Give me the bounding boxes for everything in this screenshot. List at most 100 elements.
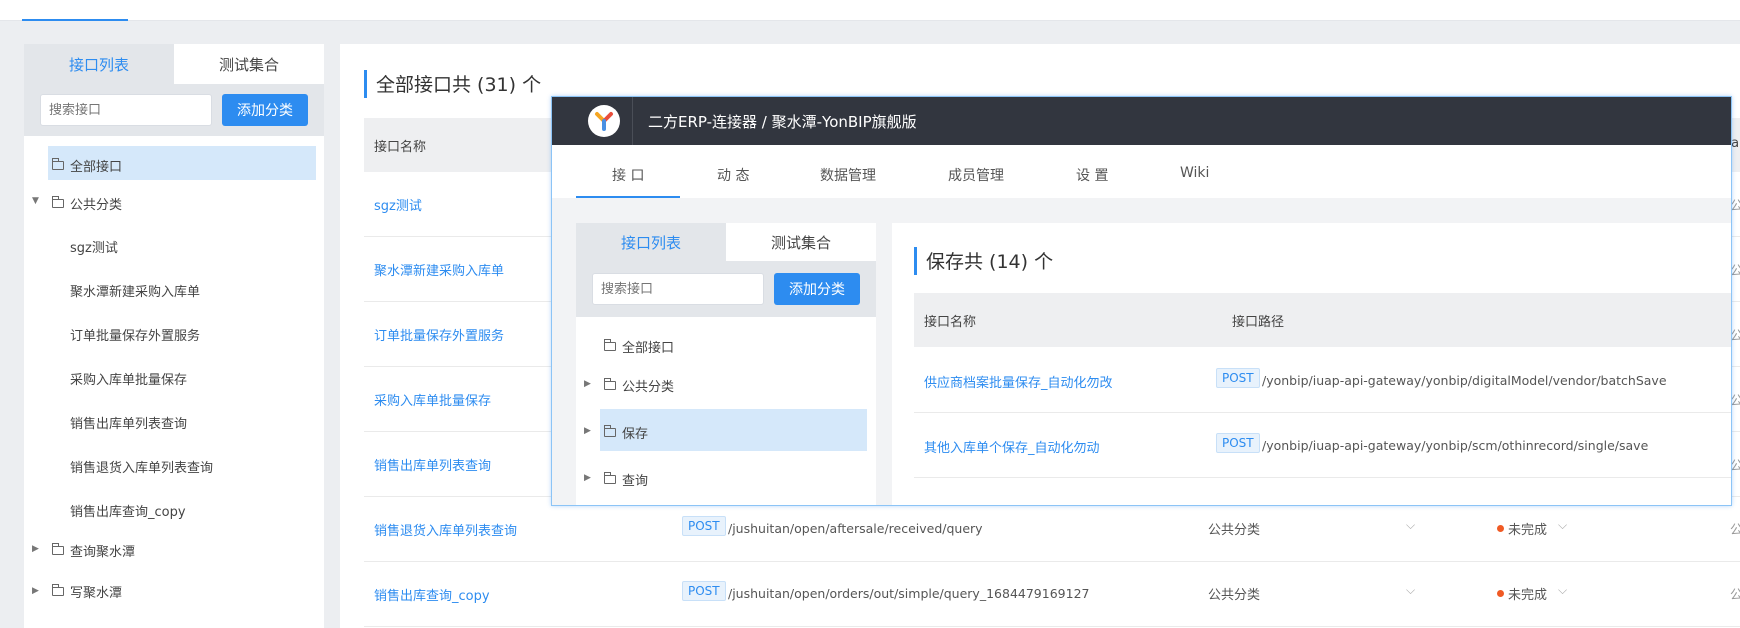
bg-tree-write-label: 写聚水潭 (70, 586, 123, 601)
overlay-tree-save-label: 保存 (622, 427, 649, 442)
bg-tree-public-label: 公共分类 (70, 198, 123, 213)
overlay-tab-test-collection[interactable]: 测试集合 (726, 223, 876, 261)
overlay-tree-save[interactable]: 保存 (604, 423, 648, 442)
folder-icon (604, 425, 616, 437)
overlay-table-header: 接口名称 接口路径 (914, 293, 1731, 347)
chevron-down-icon[interactable]: ⌵ (1406, 583, 1415, 598)
bg-tab-test-collection[interactable]: 测试集合 (174, 44, 324, 84)
bg-tree-all-label: 全部接口 (70, 160, 123, 175)
title-accent-bar (914, 247, 917, 275)
bg-add-category-button[interactable]: 添加分类 (222, 94, 308, 126)
bg-row-category[interactable]: 公共分类 (1208, 584, 1260, 603)
bg-row-name[interactable]: 订单批量保存外置服务 (374, 325, 504, 344)
overlay-main-title: 保存共 (14) 个 (926, 251, 1054, 273)
overlay-tree-query-label: 查询 (622, 474, 649, 489)
bg-row-name[interactable]: 聚水潭新建采购入库单 (374, 260, 504, 279)
bg-row-name[interactable]: 销售出库单列表查询 (374, 455, 491, 474)
overlay-nav-data[interactable]: 数据管理 (820, 165, 876, 185)
bg-row-category[interactable]: 公共分类 (1208, 519, 1260, 538)
edge-char: 公 (1730, 523, 1740, 538)
chevron-down-icon[interactable]: ⌵ (1406, 518, 1415, 533)
bg-tree-leaf[interactable]: 销售出库查询_copy (70, 501, 186, 520)
edge-char: 公 (1730, 588, 1740, 603)
overlay-tree-query[interactable]: 查询 (604, 470, 648, 489)
bg-row-name[interactable]: 销售退货入库单列表查询 (374, 520, 517, 539)
caret-right-icon[interactable]: ▶ (584, 379, 591, 389)
bg-tree-public[interactable]: 公共分类 (52, 194, 122, 213)
overlay-row-name[interactable]: 供应商档案批量保存_自动化勿改 (924, 372, 1113, 391)
bg-tree-leaf[interactable]: 订单批量保存外置服务 (70, 325, 200, 344)
bg-tab-interface-list[interactable]: 接口列表 (24, 44, 174, 84)
overlay-row-path: /yonbip/iuap-api-gateway/yonbip/scm/othi… (1262, 438, 1649, 453)
folder-icon (604, 472, 616, 484)
bg-row-path: /jushuitan/open/orders/out/simple/query_… (728, 586, 1090, 601)
method-badge: POST (1216, 433, 1260, 453)
top-tab-strip (0, 0, 1740, 21)
top-tab-indicator (22, 19, 128, 21)
title-accent-bar (364, 70, 367, 98)
overlay-nav-activity[interactable]: 动 态 (717, 165, 749, 185)
bg-tree-query-label: 查询聚水潭 (70, 545, 136, 560)
folder-icon (52, 196, 64, 208)
overlay-main-panel: 保存共 (14) 个 接口名称 接口路径 供应商档案批量保存_自动化勿改 POS… (892, 223, 1731, 505)
caret-right-icon[interactable]: ▶ (32, 586, 39, 596)
row-divider (364, 561, 1740, 562)
overlay-row-name[interactable]: 其他入库单个保存_自动化勿动 (924, 437, 1100, 456)
bg-tree-leaf[interactable]: 销售出库单列表查询 (70, 413, 187, 432)
overlay-header: 二方ERP-连接器 / 聚水潭-YonBIP旗舰版 (552, 97, 1731, 145)
overlay-search-input[interactable] (592, 273, 764, 305)
row-divider (914, 477, 1731, 478)
caret-down-icon[interactable]: ▼ (32, 196, 39, 206)
bg-tree-leaf[interactable]: 采购入库单批量保存 (70, 369, 187, 388)
bg-row-name[interactable]: 销售出库查询_copy (374, 585, 490, 604)
bg-tree-query[interactable]: 查询聚水潭 (52, 541, 135, 560)
caret-right-icon[interactable]: ▶ (584, 426, 591, 436)
caret-right-icon[interactable]: ▶ (32, 544, 39, 554)
folder-icon (604, 339, 616, 351)
overlay-tree-public-label: 公共分类 (622, 380, 675, 395)
bg-row-name[interactable]: sgz测试 (374, 195, 422, 214)
bg-row-path: /jushuitan/open/aftersale/received/query (728, 521, 983, 536)
method-badge: POST (1216, 368, 1260, 388)
row-divider (364, 626, 1740, 627)
bg-row-status[interactable]: 未完成 (1508, 519, 1547, 538)
overlay-add-category-button[interactable]: 添加分类 (774, 273, 860, 305)
bg-search-input[interactable] (40, 94, 212, 126)
overlay-nav-members[interactable]: 成员管理 (948, 165, 1004, 185)
bg-tree-write[interactable]: 写聚水潭 (52, 582, 122, 601)
overlay-tab-interface-list[interactable]: 接口列表 (576, 223, 726, 261)
folder-icon (52, 158, 64, 170)
bg-tree-leaf[interactable]: 聚水潭新建采购入库单 (70, 281, 200, 300)
status-dot (1497, 590, 1504, 597)
chevron-down-icon[interactable]: ⌵ (1558, 583, 1567, 598)
status-dot (1497, 525, 1504, 532)
method-badge: POST (682, 581, 726, 601)
bg-left-panel: 接口列表 测试集合 添加分类 全部接口 ▼ 公共分类 sgz测试 聚水潭新建采购… (24, 44, 324, 628)
overlay-left-panel: 接口列表 测试集合 添加分类 全部接口 ▶ 公共分类 ▶ 保存 ▶ 查询 (576, 223, 876, 505)
overlay-tree-all[interactable]: 全部接口 (604, 337, 674, 356)
bg-tree-leaf[interactable]: 销售退货入库单列表查询 (70, 457, 213, 476)
bg-tree-leaf[interactable]: sgz测试 (70, 237, 118, 256)
overlay-nav-settings[interactable]: 设 置 (1076, 165, 1108, 185)
caret-right-icon[interactable]: ▶ (584, 473, 591, 483)
overlay-nav-interface[interactable]: 接 口 (612, 165, 644, 185)
bg-row-name[interactable]: 采购入库单批量保存 (374, 390, 491, 409)
overlay-tree-all-label: 全部接口 (622, 341, 675, 356)
overlay-col-path: 接口路径 (1232, 315, 1285, 330)
app-logo-icon[interactable] (588, 105, 620, 137)
overlay-row-path: /yonbip/iuap-api-gateway/yonbip/digitalM… (1262, 373, 1667, 388)
row-divider (914, 412, 1731, 413)
overlay-breadcrumb[interactable]: 二方ERP-连接器 / 聚水潭-YonBIP旗舰版 (648, 111, 917, 132)
bg-main-title: 全部接口共 (31) 个 (376, 74, 542, 96)
bg-col-name: 接口名称 (374, 140, 427, 155)
overlay-nav-wiki[interactable]: Wiki (1180, 165, 1209, 181)
bg-row-status[interactable]: 未完成 (1508, 584, 1547, 603)
chevron-down-icon[interactable]: ⌵ (1558, 518, 1567, 533)
header-divider (632, 97, 633, 145)
overlay-tree-public[interactable]: 公共分类 (604, 376, 674, 395)
bg-tree-all[interactable]: 全部接口 (52, 156, 122, 175)
folder-icon (52, 584, 64, 596)
folder-icon (604, 378, 616, 390)
overlay-col-name: 接口名称 (924, 315, 977, 330)
folder-icon (52, 543, 64, 555)
